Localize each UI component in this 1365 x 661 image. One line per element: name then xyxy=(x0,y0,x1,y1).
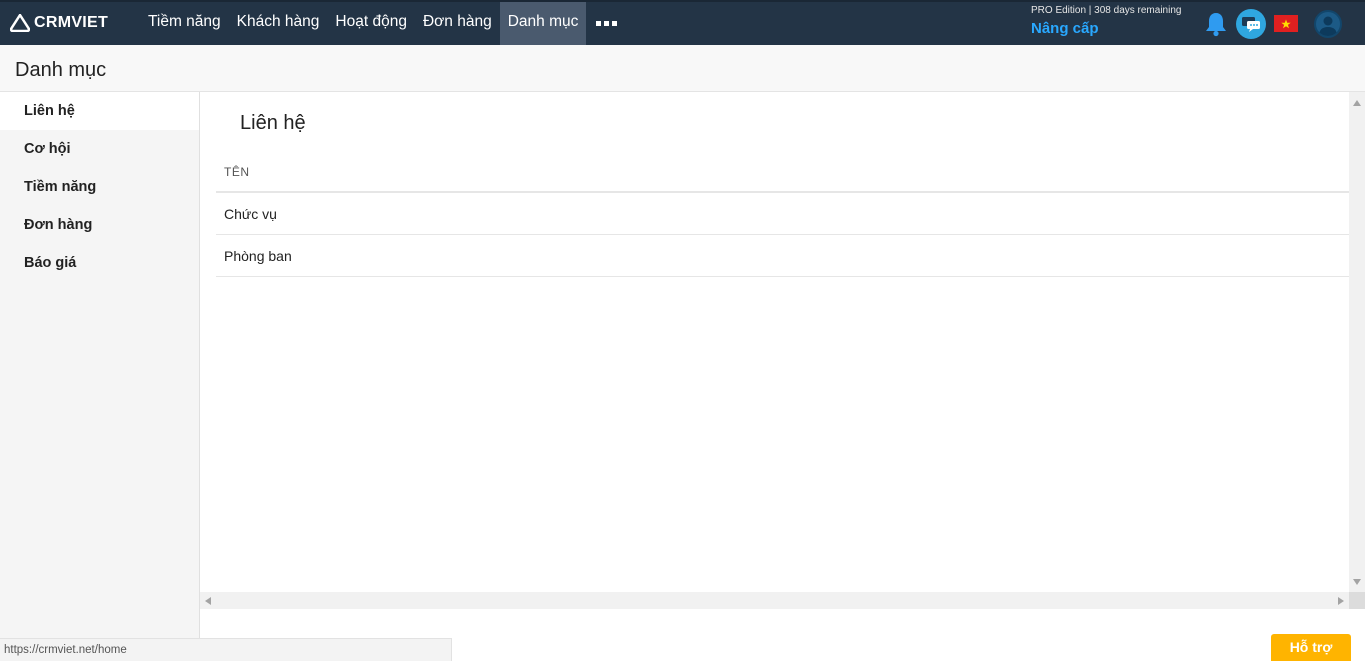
sidebar-item-lien-he[interactable]: Liên hệ xyxy=(0,92,199,130)
scroll-right-icon[interactable] xyxy=(1338,597,1344,605)
crmviet-logo-icon xyxy=(10,14,30,32)
scrollbar-corner xyxy=(1349,592,1365,609)
help-button[interactable]: Hỗ trợ xyxy=(1271,634,1351,661)
table-row[interactable]: Chức vụ xyxy=(216,193,1349,235)
page-title: Danh mục xyxy=(15,59,107,81)
table-header-name: TÊN xyxy=(216,164,1349,193)
sidebar-item-don-hang[interactable]: Đơn hàng xyxy=(0,206,199,244)
vietnam-flag-icon[interactable] xyxy=(1274,15,1298,32)
section-title: Liên hệ xyxy=(240,112,306,134)
main-nav: Tiềm năng Khách hàng Hoạt động Đơn hàng … xyxy=(140,2,627,45)
horizontal-scrollbar[interactable] xyxy=(200,592,1349,609)
brand-logo[interactable]: CRMVIET xyxy=(10,12,108,34)
scroll-up-icon[interactable] xyxy=(1353,100,1361,106)
brand-name: CRMVIET xyxy=(34,14,109,31)
edition-info: PRO Edition | 308 days remaining xyxy=(1031,5,1182,16)
upgrade-link[interactable]: Nâng cấp xyxy=(1031,20,1099,37)
nav-item-don-hang[interactable]: Đơn hàng xyxy=(415,2,500,45)
scroll-left-icon[interactable] xyxy=(205,597,211,605)
sidebar-item-co-hoi[interactable]: Cơ hội xyxy=(0,130,199,168)
nav-item-tiem-nang[interactable]: Tiềm năng xyxy=(140,2,229,45)
scroll-down-icon[interactable] xyxy=(1353,579,1361,585)
sidebar-item-tiem-nang[interactable]: Tiềm năng xyxy=(0,168,199,206)
status-url: https://crmviet.net/home xyxy=(0,638,452,661)
category-sidebar: Liên hệ Cơ hội Tiềm năng Đơn hàng Báo gi… xyxy=(0,92,200,661)
ellipsis-icon[interactable] xyxy=(586,2,627,45)
vertical-scrollbar[interactable] xyxy=(1349,92,1365,592)
chat-icon[interactable] xyxy=(1236,9,1266,39)
sidebar-item-bao-gia[interactable]: Báo giá xyxy=(0,244,199,282)
user-avatar-icon[interactable] xyxy=(1314,10,1342,38)
table-row[interactable]: Phòng ban xyxy=(216,235,1349,277)
main-panel: Liên hệ TÊN Chức vụ Phòng ban xyxy=(200,92,1349,592)
top-navbar: CRMVIET Tiềm năng Khách hàng Hoạt động Đ… xyxy=(0,0,1365,45)
page-header: Danh mục xyxy=(0,45,1365,92)
nav-item-hoat-dong[interactable]: Hoạt động xyxy=(327,2,415,45)
bell-icon[interactable] xyxy=(1204,11,1228,37)
nav-item-danh-muc[interactable]: Danh mục xyxy=(499,2,587,45)
nav-item-khach-hang[interactable]: Khách hàng xyxy=(229,2,328,45)
